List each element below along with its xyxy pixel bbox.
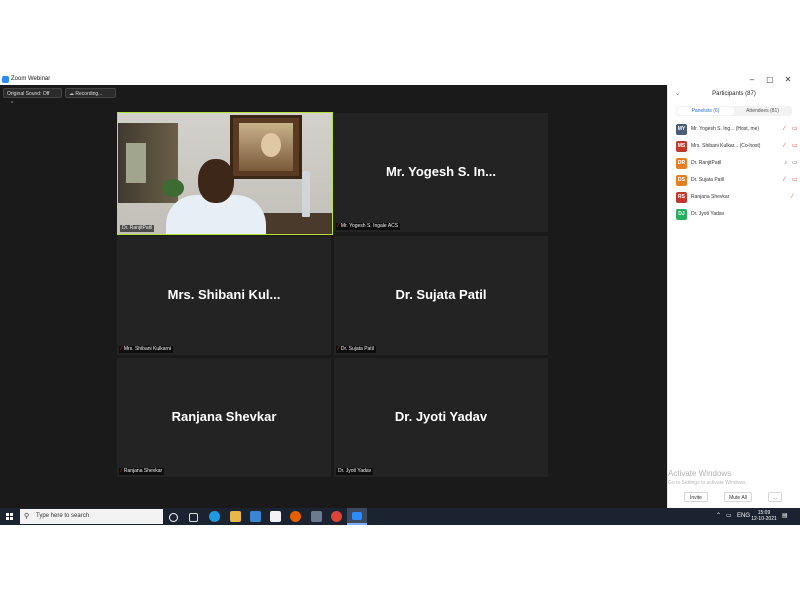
original-sound-button[interactable]: Original Sound: Off ⌃ [3, 88, 62, 107]
tab-attendees[interactable]: Attendees (81) [734, 107, 791, 115]
avatar: DR [676, 158, 687, 169]
close-button[interactable]: ✕ [782, 74, 794, 85]
participant-row[interactable]: RS Ranjana Shevkar ⁄ [676, 192, 798, 204]
participant-name: Mr. Yogesh S. Ing... (Host, me) [691, 126, 760, 132]
participant-name: Dr. Sujata Patil [691, 177, 725, 183]
taskbar-zoom-active[interactable] [347, 508, 367, 525]
mic-muted-icon: ⁄ [338, 346, 339, 352]
cloud-recording-icon: ☁ [69, 91, 74, 97]
participant-row[interactable]: DJ Dr. Jyoti Yadav [676, 209, 798, 221]
language-indicator[interactable]: ENG [737, 512, 750, 521]
participant-tile-label: Dr. Jyoti Yadav [336, 468, 374, 475]
zoom-app-icon [352, 512, 362, 520]
video-tile-name-label: Dr. RanjitPatil [120, 225, 155, 232]
participant-tile[interactable]: Dr. Jyoti Yadav Dr. Jyoti Yadav [334, 358, 548, 477]
video-person-head [198, 159, 234, 203]
invite-button[interactable]: Invite [684, 492, 708, 502]
notifications-icon[interactable]: ▤ [782, 512, 788, 521]
taskbar-search-box[interactable]: ⚲ Type here to search [20, 509, 163, 524]
participants-tabs: Panelists (6) Attendees (81) [676, 106, 792, 116]
avatar: DS [676, 175, 687, 186]
participant-tile-label: ⁄ Mr. Yogesh S. Ingale ACS [336, 223, 401, 230]
store-icon[interactable] [270, 511, 281, 522]
mute-all-button[interactable]: Mute All [724, 492, 752, 502]
participant-tile[interactable]: Dr. Sujata Patil ⁄ Dr. Sujata Patil [334, 236, 548, 355]
app-icon[interactable] [311, 511, 322, 522]
participant-tile-name: Dr. Sujata Patil [395, 287, 487, 302]
participant-name: Mrs. Shibani Kulkar... (Co-host) [691, 143, 761, 149]
participant-tile-name: Ranjana Shevkar [171, 409, 277, 424]
more-options-button[interactable]: ... [768, 492, 782, 502]
network-icon[interactable]: ▭ [726, 512, 732, 521]
window-title-bar: Zoom Webinar – ▢ ✕ [0, 74, 800, 85]
tab-panelists[interactable]: Panelists (6) [677, 107, 734, 115]
video-off-icon[interactable]: ▭ [792, 176, 798, 185]
tray-chevron-up-icon[interactable]: ⌃ [716, 512, 721, 521]
video-plant [162, 179, 184, 197]
video-off-icon[interactable]: ▭ [792, 125, 798, 134]
task-view-icon[interactable] [189, 513, 198, 522]
window-title: Zoom Webinar [11, 76, 51, 82]
participant-tile-name: Mrs. Shibani Kul... [167, 287, 281, 302]
video-desk [258, 213, 332, 234]
video-tile-active-speaker[interactable]: Dr. RanjitPatil [117, 112, 333, 235]
zoom-logo-icon [2, 76, 9, 83]
participant-row[interactable]: DS Dr. Sujata Patil ⁄ ▭ [676, 175, 798, 187]
mic-muted-icon[interactable]: ⁄ [792, 193, 793, 202]
participant-tile-name: Dr. Jyoti Yadav [394, 409, 488, 424]
participant-tile-name: Mr. Yogesh S. In... [385, 164, 497, 179]
recording-indicator[interactable]: ☁ Recording... [65, 88, 116, 98]
original-sound-label: Original Sound: Off [7, 91, 50, 97]
participant-name: Ranjana Shevkar [691, 194, 730, 200]
avatar: MS [676, 141, 687, 152]
participant-name: Dr. RanjitPatil [691, 160, 722, 166]
participant-tile-label: ⁄ Ranjana Shevkar [119, 468, 165, 475]
avatar: DJ [676, 209, 687, 220]
windows-taskbar: ⚲ Type here to search ⌃ ▭ ENG 15:09 12-1… [0, 508, 800, 525]
activate-windows-watermark: Activate Windows [668, 469, 732, 478]
mic-muted-icon[interactable]: ⁄ [784, 142, 785, 151]
participant-row[interactable]: DR Dr. RanjitPatil ♪ ▭ [676, 158, 798, 170]
chrome-icon[interactable] [331, 511, 342, 522]
video-off-icon[interactable]: ▭ [792, 142, 798, 151]
activate-windows-hint: Go to Settings to activate Windows. [668, 480, 747, 486]
mic-muted-icon[interactable]: ⁄ [784, 125, 785, 134]
participant-tile-label: ⁄ Dr. Sujata Patil [336, 346, 376, 353]
mic-icon[interactable]: ♪ [784, 159, 787, 168]
firefox-icon[interactable] [290, 511, 301, 522]
windows-start-icon[interactable] [6, 513, 14, 521]
cortana-icon[interactable] [169, 513, 178, 522]
participant-name: Dr. Jyoti Yadav [691, 211, 725, 217]
file-explorer-icon[interactable] [230, 511, 241, 522]
mic-muted-icon: ⁄ [121, 346, 122, 352]
search-icon: ⚲ [24, 513, 30, 520]
participant-row[interactable]: MY Mr. Yogesh S. Ing... (Host, me) ⁄ ▭ [676, 124, 798, 136]
video-wall-photo [230, 115, 302, 179]
mail-icon[interactable] [250, 511, 261, 522]
clock-date: 12-10-2021 [751, 516, 777, 522]
maximize-button[interactable]: ▢ [764, 74, 776, 85]
video-camera-icon[interactable]: ▭ [792, 159, 798, 168]
participant-tile[interactable]: Ranjana Shevkar ⁄ Ranjana Shevkar [117, 358, 331, 477]
mic-muted-icon[interactable]: ⁄ [784, 176, 785, 185]
video-bottle [302, 171, 310, 217]
avatar: MY [676, 124, 687, 135]
recording-label: Recording... [75, 91, 103, 97]
participant-tile-label: ⁄ Mrs. Shibani Kulkarni [119, 346, 174, 353]
chevron-down-icon[interactable]: ⌃ [10, 101, 14, 107]
minimize-button[interactable]: – [746, 74, 758, 85]
participants-panel: ⌄ Participants (87) Panelists (6) Attend… [667, 85, 800, 508]
taskbar-search-placeholder: Type here to search [36, 513, 90, 519]
mic-muted-icon: ⁄ [121, 468, 122, 474]
taskbar-clock[interactable]: 15:09 12-10-2021 [750, 510, 778, 522]
edge-browser-icon[interactable] [209, 511, 220, 522]
avatar: RS [676, 192, 687, 203]
participant-tile[interactable]: Mrs. Shibani Kul... ⁄ Mrs. Shibani Kulkar… [117, 236, 331, 355]
participant-tile[interactable]: Mr. Yogesh S. In... ⁄ Mr. Yogesh S. Ingal… [334, 113, 548, 232]
participants-title: Participants (87) [712, 91, 756, 97]
participant-row[interactable]: MS Mrs. Shibani Kulkar... (Co-host) ⁄ ▭ [676, 141, 798, 153]
mic-muted-icon: ⁄ [338, 223, 339, 229]
